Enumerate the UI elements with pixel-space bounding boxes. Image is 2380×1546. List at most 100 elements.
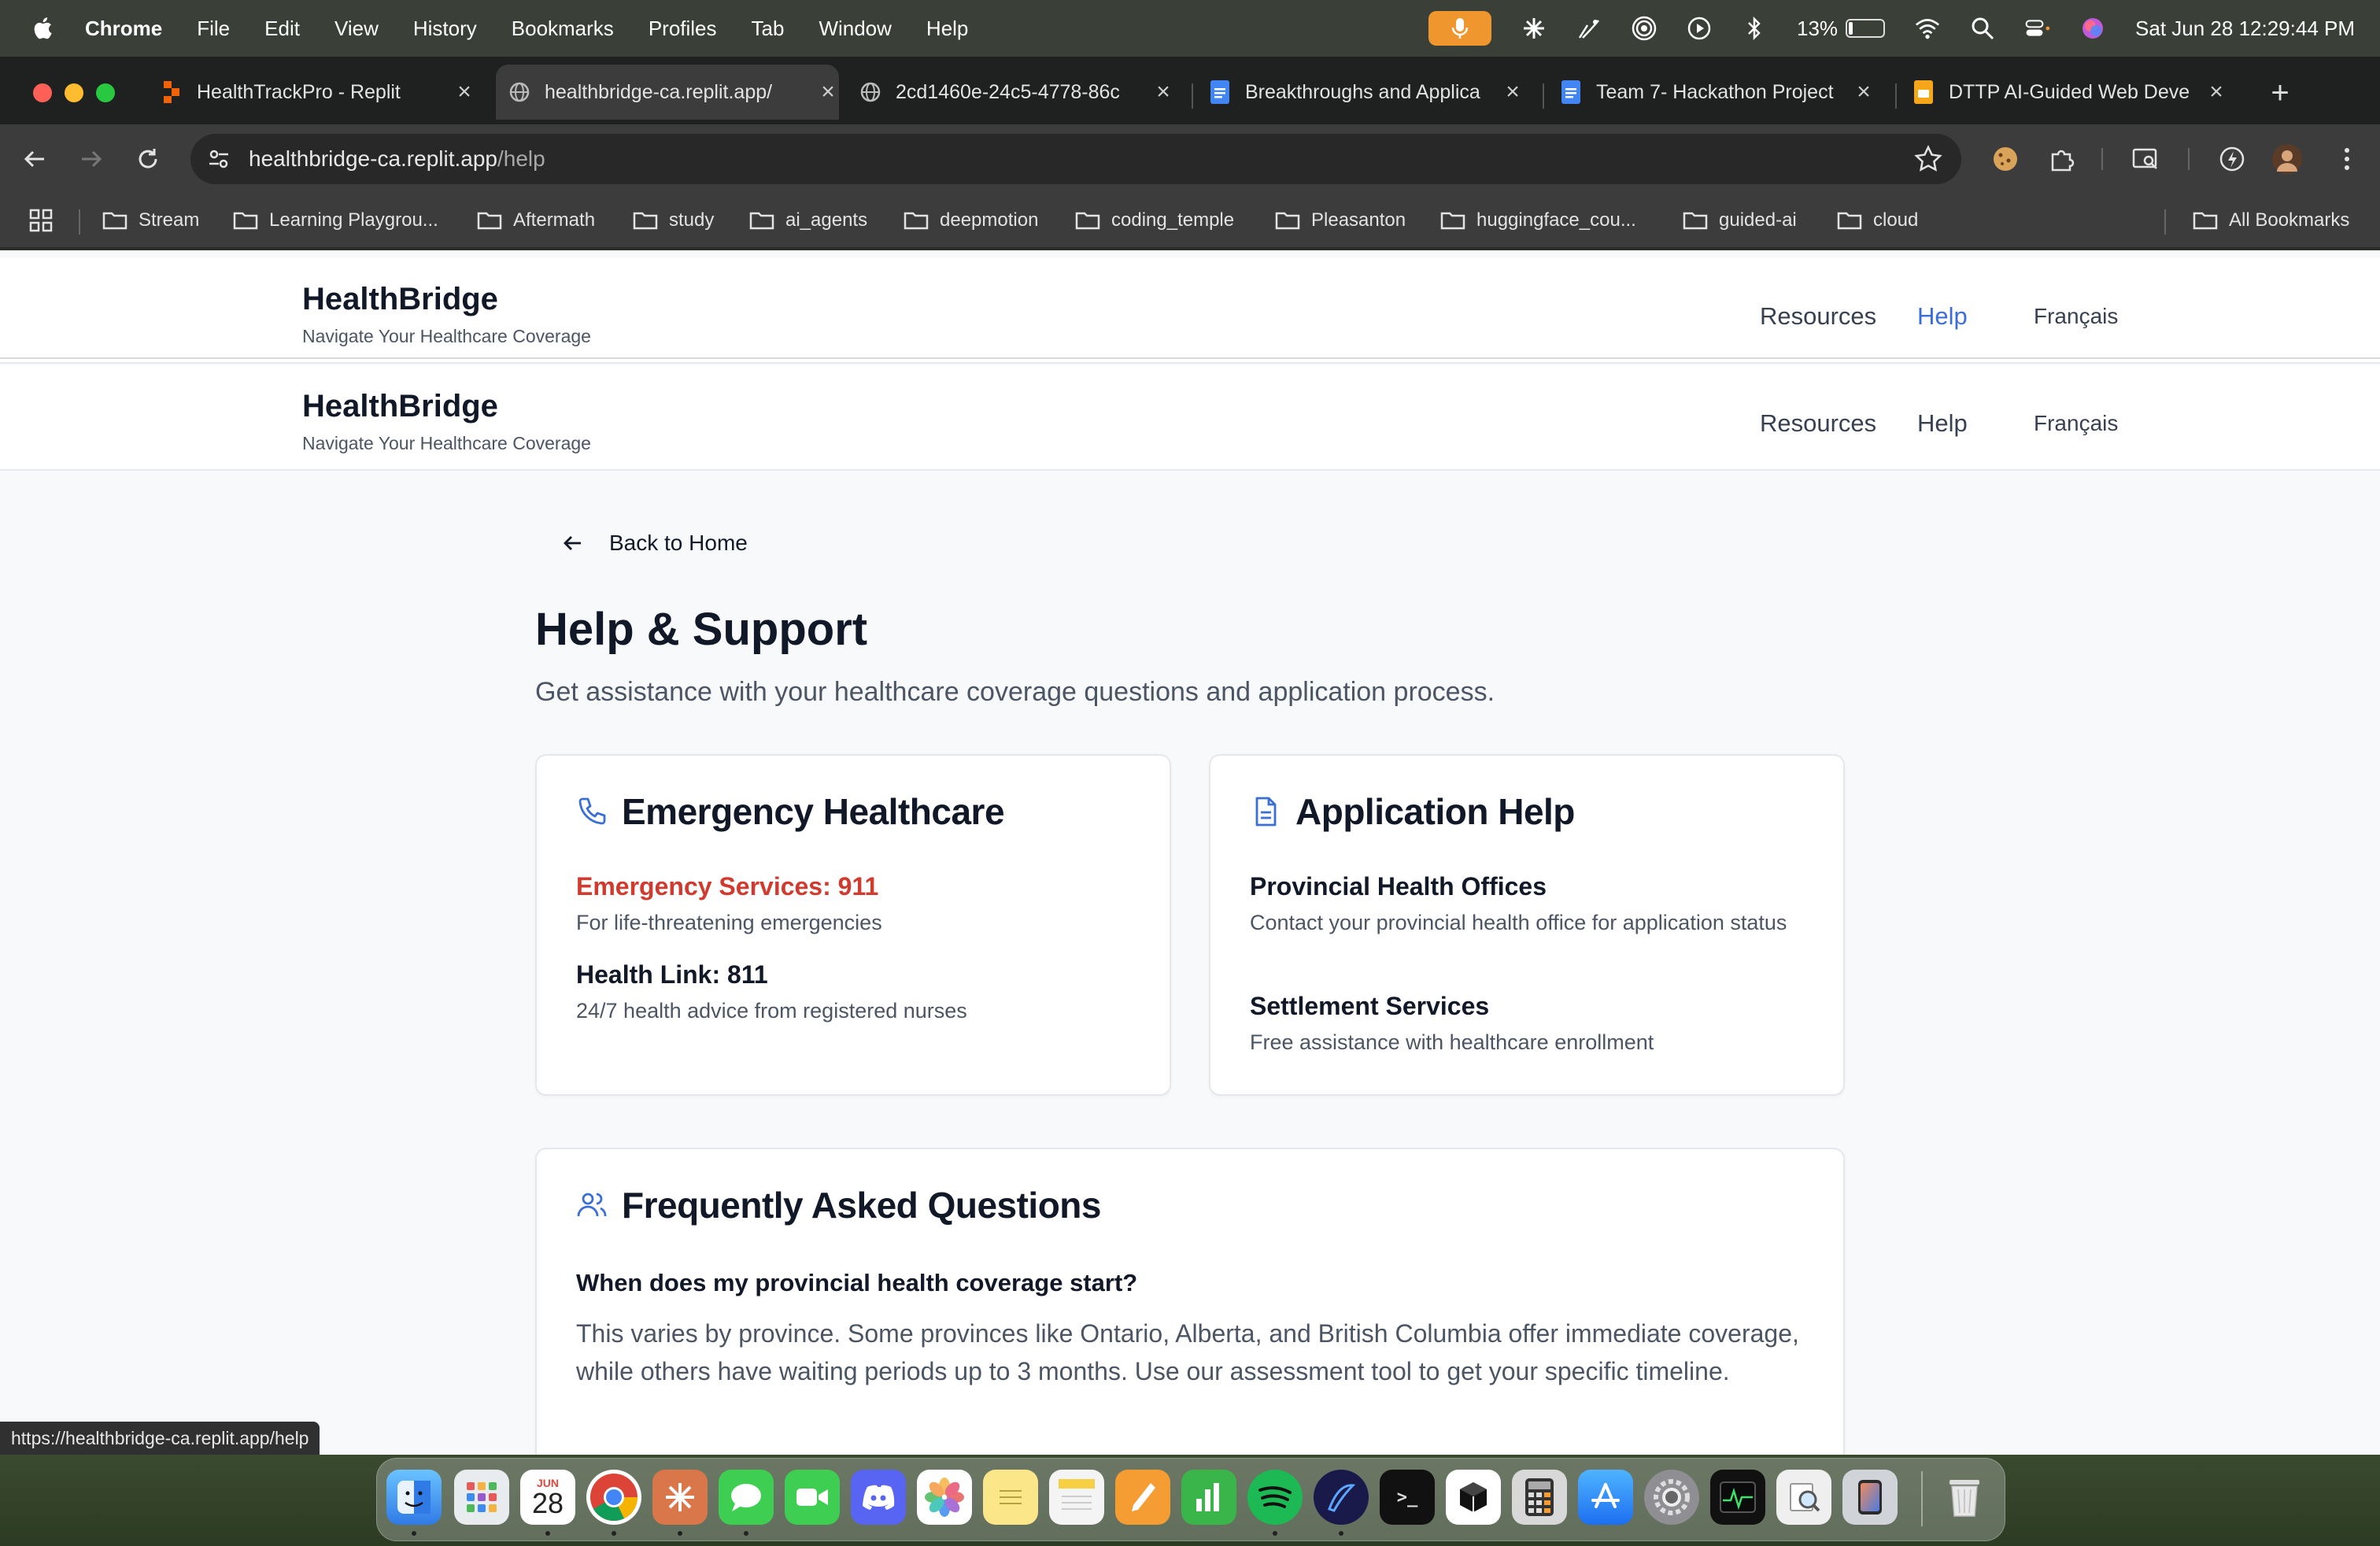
brand-title[interactable]: HealthBridge (302, 389, 498, 424)
siri-icon[interactable] (2080, 16, 2105, 41)
language-toggle[interactable]: Français (2034, 411, 2118, 436)
chrome-menu-icon[interactable] (2331, 143, 2363, 175)
facetime-icon[interactable] (785, 1470, 840, 1525)
control-center-icon[interactable] (2025, 16, 2050, 41)
menu-history[interactable]: History (413, 17, 477, 41)
bookmark-folder-stream[interactable]: Stream (102, 205, 199, 236)
dictation-icon[interactable] (1576, 16, 1602, 41)
claude-app-icon[interactable] (652, 1470, 708, 1525)
photos-icon[interactable] (917, 1470, 972, 1525)
calendar-icon[interactable]: JUN 28 (520, 1470, 575, 1525)
nav-resources-link[interactable]: Resources (1760, 302, 1876, 331)
menu-view[interactable]: View (334, 17, 379, 41)
tab-close-icon[interactable]: × (453, 79, 475, 105)
forward-button[interactable] (74, 142, 109, 176)
emergency-services-title[interactable]: Emergency Services: 911 (576, 872, 878, 901)
profile-avatar[interactable] (2271, 143, 2303, 175)
faq-question[interactable]: When does my provincial health coverage … (576, 1269, 1137, 1297)
menu-window[interactable]: Window (819, 17, 891, 41)
menu-bookmarks[interactable]: Bookmarks (512, 17, 614, 41)
tab-close-icon[interactable]: × (2205, 79, 2227, 105)
cube-app-icon[interactable] (1446, 1470, 1501, 1525)
bookmark-folder-deepmotion[interactable]: deepmotion (904, 205, 1038, 236)
airdrop-icon[interactable] (1632, 16, 1657, 41)
tab-breakthroughs[interactable]: Breakthroughs and Applica × (1209, 65, 1524, 120)
apple-icon[interactable] (31, 16, 57, 41)
spotify-icon[interactable] (1247, 1470, 1303, 1525)
messages-icon[interactable] (719, 1470, 774, 1525)
bookmark-folder-study[interactable]: study (633, 205, 714, 236)
cookie-extension-icon[interactable] (1990, 143, 2021, 175)
app-store-icon[interactable] (1578, 1470, 1633, 1525)
language-toggle[interactable]: Français (2034, 304, 2118, 329)
bookmark-folder-guided-ai[interactable]: guided-ai (1683, 205, 1797, 236)
tab-close-icon[interactable]: × (817, 79, 839, 105)
battery-indicator[interactable]: 13% (1797, 17, 1886, 41)
nav-help-link[interactable]: Help (1917, 302, 1968, 331)
tab-close-icon[interactable]: × (1152, 79, 1174, 105)
back-button[interactable] (17, 142, 52, 176)
bookmark-folder-huggingface[interactable]: huggingface_cou... (1440, 205, 1636, 236)
bookmark-folder-cloud[interactable]: cloud (1837, 205, 1918, 236)
bluetooth-icon[interactable] (1742, 16, 1767, 41)
tab-healthbridge-help[interactable]: healthbridge-ca.replit.app/ × (496, 65, 839, 120)
new-tab-button[interactable]: + (2260, 76, 2300, 111)
menu-profiles[interactable]: Profiles (649, 17, 717, 41)
window-minimize-button[interactable] (65, 83, 83, 102)
bookmark-folder-coding-temple[interactable]: coding_temple (1075, 205, 1234, 236)
tab-dttp-slides[interactable]: DTTP AI-Guided Web Deve × (1913, 65, 2227, 120)
chrome-icon[interactable] (586, 1470, 641, 1525)
bookmark-folder-aftermath[interactable]: Aftermath (477, 205, 595, 236)
claude-sparkle-icon[interactable] (1521, 16, 1547, 41)
tab-team7-hackathon[interactable]: Team 7- Hackathon Project × (1560, 65, 1875, 120)
cursor-ide-icon[interactable] (1314, 1470, 1369, 1525)
now-playing-icon[interactable] (1687, 16, 1712, 41)
wifi-icon[interactable] (1915, 16, 1940, 41)
system-settings-icon[interactable] (1644, 1470, 1699, 1525)
tab-close-icon[interactable]: × (1853, 79, 1875, 105)
pages-icon[interactable] (1115, 1470, 1170, 1525)
extensions-puzzle-icon[interactable] (2046, 143, 2078, 175)
menubar-clock[interactable]: Sat Jun 28 12:29:44 PM (2135, 17, 2355, 41)
finder-icon[interactable] (386, 1470, 442, 1525)
brand-title[interactable]: HealthBridge (302, 282, 498, 317)
activity-monitor-icon[interactable] (1710, 1470, 1765, 1525)
iphone-mirroring-icon[interactable] (1842, 1470, 1898, 1525)
trash-icon[interactable] (1937, 1470, 1992, 1525)
notes-icon[interactable] (1049, 1470, 1104, 1525)
menu-tab[interactable]: Tab (752, 17, 785, 41)
window-close-button[interactable] (33, 83, 52, 102)
site-info-icon[interactable] (205, 145, 233, 173)
numbers-icon[interactable] (1181, 1470, 1236, 1525)
bookmark-folder-ai-agents[interactable]: ai_agents (749, 205, 867, 236)
window-zoom-button[interactable] (96, 83, 115, 102)
bookmark-folder-learning-playground[interactable]: Learning Playgrou... (233, 205, 438, 236)
spotlight-search-icon[interactable] (1970, 16, 1995, 41)
menu-file[interactable]: File (197, 17, 230, 41)
tab-close-icon[interactable]: × (1502, 79, 1524, 105)
reload-button[interactable] (131, 142, 165, 176)
discord-icon[interactable] (851, 1470, 906, 1525)
calculator-icon[interactable] (1512, 1470, 1567, 1525)
nav-help-link[interactable]: Help (1917, 409, 1968, 438)
health-link-title[interactable]: Health Link: 811 (576, 960, 768, 989)
terminal-icon[interactable]: >_ (1380, 1470, 1435, 1525)
microphone-indicator[interactable] (1428, 11, 1491, 46)
tab-search-icon[interactable] (2130, 143, 2161, 175)
launchpad-icon[interactable] (454, 1470, 509, 1525)
bookmark-star-icon[interactable] (1914, 145, 1942, 173)
bookmark-folder-pleasanton[interactable]: Pleasanton (1275, 205, 1406, 236)
back-to-home-link[interactable]: Back to Home (560, 531, 748, 556)
tab-uuid-page[interactable]: 2cd1460e-24c5-4778-86c × (859, 65, 1174, 120)
address-bar[interactable]: healthbridge-ca.replit.app/help (190, 134, 1961, 184)
performance-icon[interactable] (2216, 143, 2248, 175)
preview-icon[interactable] (1776, 1470, 1831, 1525)
stickies-icon[interactable] (983, 1470, 1038, 1525)
nav-resources-link[interactable]: Resources (1760, 409, 1876, 438)
menu-help[interactable]: Help (926, 17, 968, 41)
apps-grid-icon[interactable] (28, 205, 54, 236)
app-menu-chrome[interactable]: Chrome (85, 17, 162, 41)
all-bookmarks-button[interactable]: All Bookmarks (2193, 205, 2349, 236)
tab-healthtrackpro[interactable]: HealthTrackPro - Replit × (161, 65, 475, 120)
menu-edit[interactable]: Edit (264, 17, 300, 41)
